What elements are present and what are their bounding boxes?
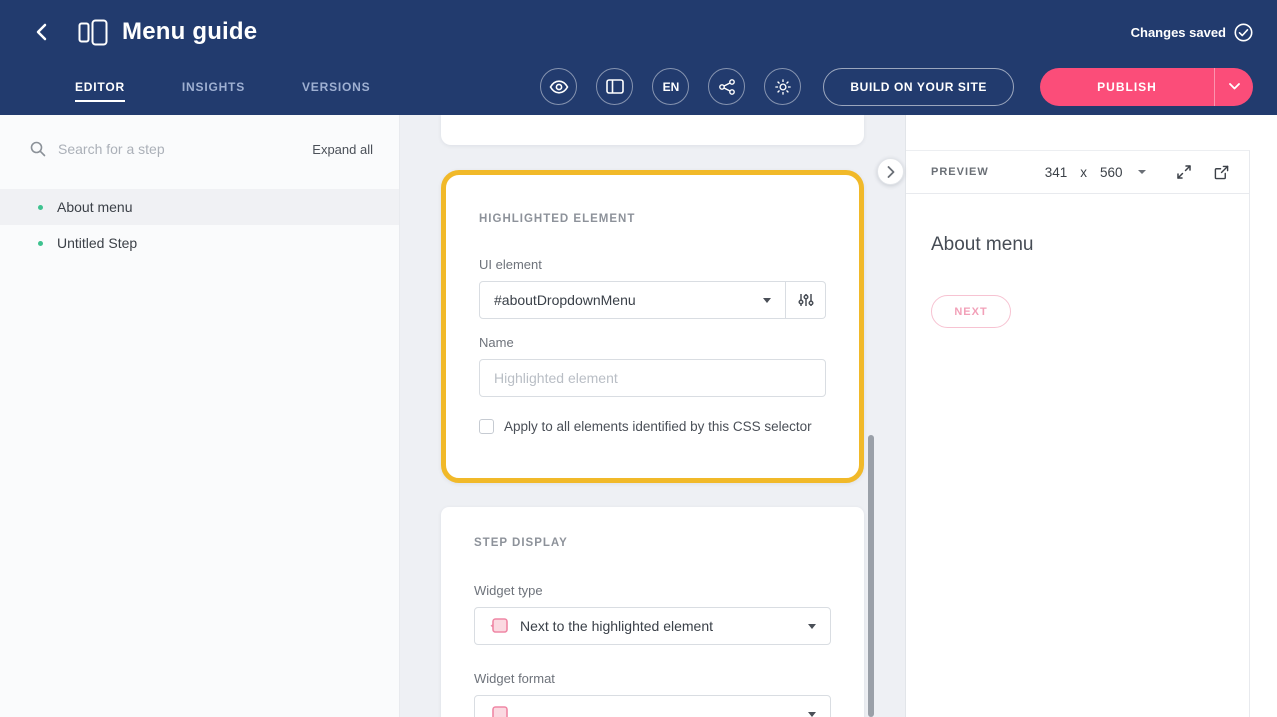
- changes-saved-status: Changes saved: [1131, 23, 1253, 42]
- preview-size-selector[interactable]: 341 x 560: [1045, 165, 1146, 180]
- step-item-untitled-step[interactable]: Untitled Step: [0, 225, 399, 261]
- fullscreen-button[interactable]: [1176, 164, 1192, 180]
- tab-versions[interactable]: VERSIONS: [302, 58, 370, 115]
- selector-settings-button[interactable]: [786, 281, 826, 319]
- preview-step-heading: About menu: [931, 234, 1249, 256]
- back-button[interactable]: [28, 19, 54, 45]
- tooltip-widget-icon: [489, 617, 509, 635]
- app-header: Menu guide Changes saved EDITOR INSIGHTS…: [0, 0, 1277, 115]
- previous-settings-card: [441, 115, 864, 145]
- widget-format-label: Widget format: [474, 671, 831, 686]
- settings-button[interactable]: [764, 68, 801, 105]
- section-title: STEP DISPLAY: [474, 537, 831, 549]
- preview-width-value: 341: [1045, 165, 1068, 180]
- widget-format-select[interactable]: [474, 695, 831, 717]
- section-title: HIGHLIGHTED ELEMENT: [479, 213, 826, 225]
- step-status-dot: [38, 241, 43, 246]
- build-on-your-site-button[interactable]: BUILD ON YOUR SITE: [823, 68, 1014, 106]
- language-button[interactable]: EN: [652, 68, 689, 105]
- header-top-row: Menu guide Changes saved: [0, 0, 1277, 58]
- apply-all-label: Apply to all elements identified by this…: [504, 419, 812, 434]
- header-action-icons: EN: [540, 68, 801, 105]
- ui-element-select[interactable]: #aboutDropdownMenu: [479, 281, 786, 319]
- external-link-icon: [1214, 165, 1229, 180]
- preview-content: About menu NEXT: [906, 194, 1249, 328]
- highlighted-element-card: HIGHLIGHTED ELEMENT UI element #aboutDro…: [441, 170, 864, 483]
- layout-button[interactable]: [596, 68, 633, 105]
- page-title: Menu guide: [122, 18, 257, 46]
- publish-split-button: PUBLISH: [1040, 68, 1253, 106]
- app: Menu guide Changes saved EDITOR INSIGHTS…: [0, 0, 1277, 717]
- app-logo-icon: [78, 19, 108, 46]
- check-circle-icon: [1234, 23, 1253, 42]
- steps-sidebar: Expand all About menu Untitled Step: [0, 115, 400, 717]
- eye-icon: [549, 80, 569, 94]
- step-editor-panel: HIGHLIGHTED ELEMENT UI element #aboutDro…: [400, 115, 905, 717]
- widget-type-label: Widget type: [474, 583, 831, 598]
- search-icon: [30, 141, 46, 157]
- share-icon: [719, 79, 735, 95]
- caret-down-icon: [808, 624, 816, 629]
- step-label: Untitled Step: [57, 235, 137, 251]
- editor-tabs: EDITOR INSIGHTS VERSIONS: [75, 58, 370, 115]
- tab-editor[interactable]: EDITOR: [75, 58, 125, 115]
- body: Expand all About menu Untitled Step HIGH…: [0, 115, 1277, 717]
- expand-icon: [1176, 164, 1192, 180]
- ui-element-label: UI element: [479, 257, 826, 272]
- preview-next-button[interactable]: NEXT: [931, 295, 1011, 328]
- preview-header: PREVIEW 341 x 560: [906, 151, 1249, 194]
- step-search-row: Expand all: [0, 115, 399, 157]
- publish-button[interactable]: PUBLISH: [1040, 68, 1214, 106]
- preview-eye-button[interactable]: [540, 68, 577, 105]
- changes-saved-label: Changes saved: [1131, 25, 1226, 40]
- steps-list: About menu Untitled Step: [0, 189, 399, 261]
- sliders-icon: [798, 292, 814, 308]
- layout-icon: [606, 79, 624, 94]
- element-name-input[interactable]: [479, 359, 826, 397]
- name-label: Name: [479, 335, 826, 350]
- step-display-card-body: STEP DISPLAY Widget type Next to the hig…: [441, 507, 864, 717]
- preview-title: PREVIEW: [931, 166, 989, 178]
- widget-type-value: Next to the highlighted element: [520, 618, 713, 634]
- apply-all-checkbox[interactable]: [479, 419, 494, 434]
- preview-height-value: 560: [1100, 165, 1123, 180]
- chevron-left-icon: [36, 23, 47, 41]
- preview-actions: [1176, 164, 1229, 180]
- gear-icon: [774, 78, 792, 96]
- apply-all-row: Apply to all elements identified by this…: [479, 419, 826, 434]
- caret-down-icon: [763, 298, 771, 303]
- widget-type-select[interactable]: Next to the highlighted element: [474, 607, 831, 645]
- search-input[interactable]: [58, 141, 300, 157]
- tab-insights[interactable]: INSIGHTS: [182, 58, 245, 115]
- editor-scrollbar[interactable]: [868, 435, 874, 717]
- preview-panel: PREVIEW 341 x 560: [905, 115, 1277, 717]
- ui-element-value: #aboutDropdownMenu: [494, 292, 636, 308]
- ui-element-row: #aboutDropdownMenu: [479, 281, 826, 319]
- highlighted-element-card-body: HIGHLIGHTED ELEMENT UI element #aboutDro…: [446, 175, 859, 478]
- widget-format-icon: [489, 705, 509, 717]
- caret-down-icon: [1138, 170, 1146, 174]
- step-status-dot: [38, 205, 43, 210]
- step-item-about-menu[interactable]: About menu: [0, 189, 399, 225]
- preview-size-separator: x: [1080, 165, 1087, 180]
- collapse-preview-button[interactable]: [877, 158, 904, 185]
- header-tabs-row: EDITOR INSIGHTS VERSIONS EN BUILD: [0, 58, 1277, 115]
- step-display-card: STEP DISPLAY Widget type Next to the hig…: [441, 507, 864, 717]
- share-button[interactable]: [708, 68, 745, 105]
- open-external-button[interactable]: [1214, 165, 1229, 180]
- caret-down-icon: [808, 712, 816, 717]
- chevron-down-icon: [1229, 83, 1240, 90]
- publish-dropdown-button[interactable]: [1214, 68, 1253, 106]
- chevron-right-icon: [887, 166, 895, 178]
- step-label: About menu: [57, 199, 133, 215]
- preview-card: PREVIEW 341 x 560: [906, 150, 1250, 717]
- expand-all-link[interactable]: Expand all: [312, 142, 373, 157]
